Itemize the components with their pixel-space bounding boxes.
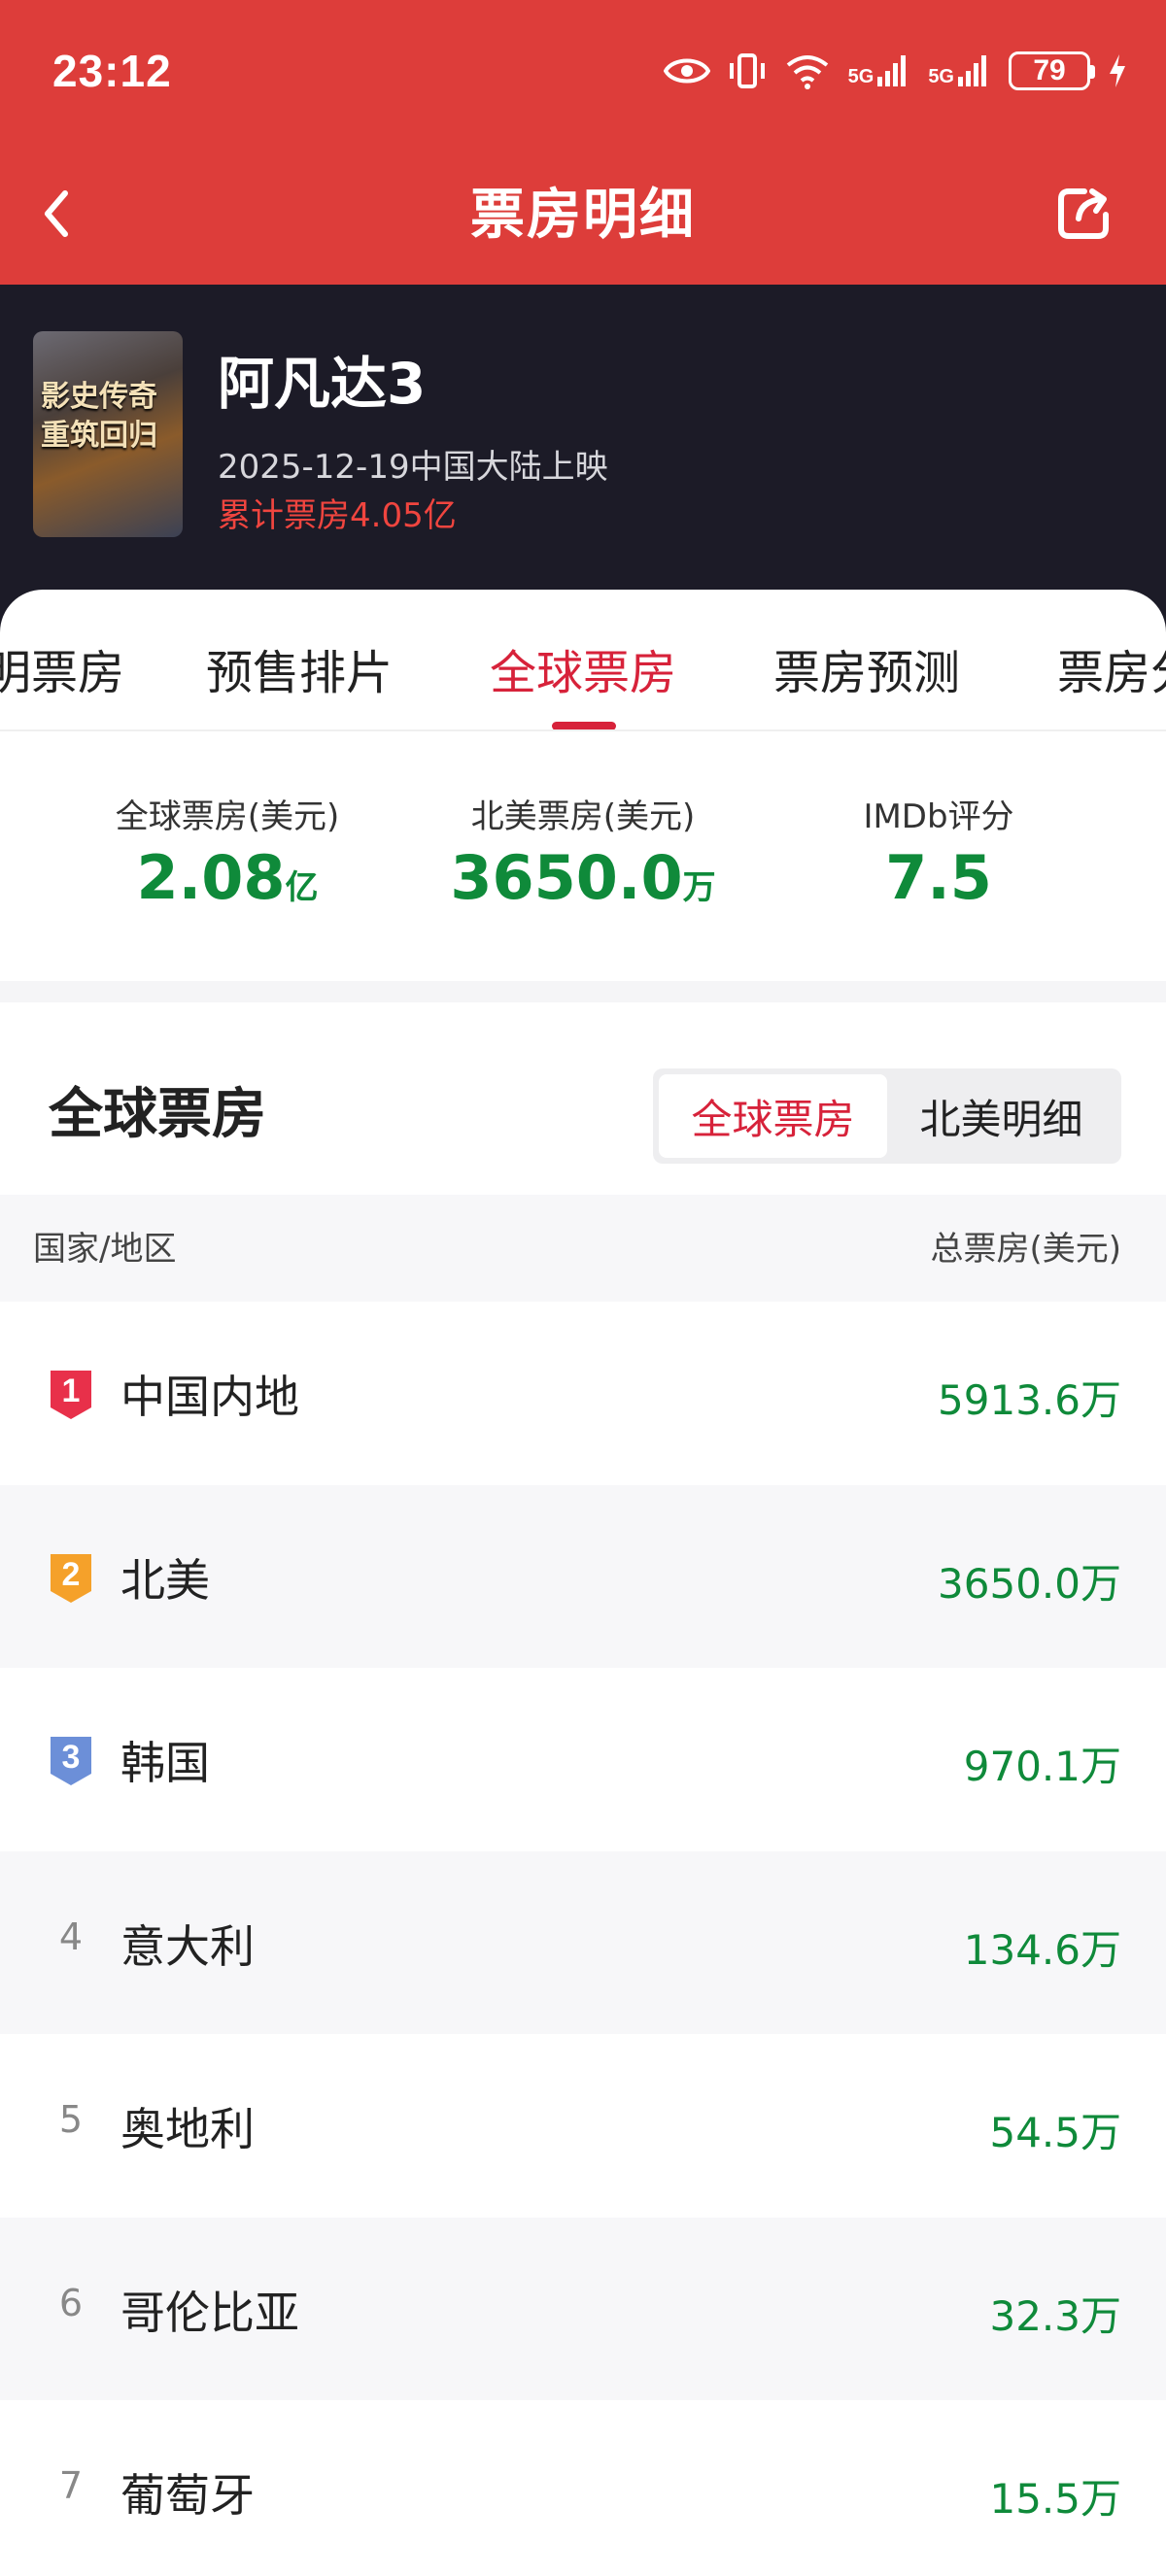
table-row[interactable]: 5 奥地利 54.5万 (0, 2034, 1166, 2218)
eye-icon (663, 55, 710, 86)
boxoffice-value: 970.1万 (963, 1743, 1121, 1790)
rank-number: 2 (61, 1555, 81, 1593)
stat-number: 7.5 (885, 842, 992, 913)
tab-boxoffice-analysis[interactable]: 票房分 (1057, 634, 1166, 702)
stat-number: 2.08 (136, 842, 286, 913)
vibrate-icon (728, 51, 767, 90)
status-icons: 5G 5G 79 (663, 47, 1127, 95)
poster-text: 影史传奇重筑回归 (41, 380, 157, 453)
network-type-label: 5G (928, 66, 954, 87)
boxoffice-value: 54.5万 (989, 2109, 1121, 2156)
table-row[interactable]: 4 意大利 134.6万 (0, 1850, 1166, 2034)
table-row[interactable]: 6 哥伦比亚 32.3万 (0, 2217, 1166, 2400)
status-bar: 23:12 5G 5G 79 (0, 0, 1166, 146)
table-row[interactable]: 7 葡萄牙 15.5万 (0, 2400, 1166, 2576)
segment-global-boxoffice[interactable]: 全球票房 (659, 1074, 887, 1158)
country-name: 中国内地 (120, 1371, 299, 1423)
stat-value: 3650.0万 (389, 842, 777, 913)
signal-icon: 5G (928, 53, 991, 88)
boxoffice-value: 134.6万 (963, 1925, 1121, 1974)
table-header: 国家/地区 总票房(美元) (0, 1195, 1166, 1302)
charging-icon (1108, 52, 1127, 89)
country-name: 韩国 (120, 1737, 210, 1789)
stat-value: 7.5 (744, 842, 1133, 913)
status-time: 23:12 (52, 46, 172, 96)
movie-poster[interactable]: 影史传奇重筑回归 (33, 331, 183, 537)
movie-release-date: 2025-12-19中国大陆上映 (218, 448, 608, 487)
stat-label: IMDb评分 (863, 797, 1014, 836)
boxoffice-value: 32.3万 (989, 2291, 1121, 2340)
table-row[interactable]: 3 韩国 970.1万 (0, 1668, 1166, 1851)
column-header-region: 国家/地区 (33, 1230, 177, 1269)
section-header: 全球票房 全球票房 北美明细 (0, 1002, 1166, 1195)
rank-number: 7 (58, 2464, 84, 2507)
column-header-total: 总票房(美元) (930, 1230, 1121, 1269)
tab-global-boxoffice[interactable]: 全球票房 (490, 634, 676, 702)
share-icon (1058, 188, 1109, 239)
stat-value: 2.08亿 (33, 842, 422, 913)
battery-icon: 79 (1009, 51, 1095, 90)
movie-cumulative-boxoffice: 累计票房4.05亿 (218, 496, 457, 535)
country-name: 哥伦比亚 (120, 2286, 299, 2339)
stat-label: 全球票房(美元) (115, 797, 340, 836)
rank-badge-icon: 2 (47, 1550, 95, 1605)
tab-active-indicator (552, 722, 616, 729)
stat-label: 北美票房(美元) (470, 797, 696, 836)
stat-unit: 亿 (285, 868, 319, 907)
app-header: 票房明细 (0, 146, 1166, 285)
tab-daily-boxoffice[interactable]: 明票房 (0, 634, 124, 702)
rank-number: 3 (61, 1739, 81, 1776)
boxoffice-value: 3650.0万 (938, 1559, 1121, 1608)
stats-summary: 全球票房(美元) 2.08亿 北美票房(美元) 3650.0万 IMDb评分 7… (0, 733, 1166, 972)
section-title: 全球票房 (49, 1083, 266, 1146)
country-name: 北美 (120, 1553, 210, 1607)
signal-icon: 5G (848, 53, 911, 88)
share-button[interactable] (1049, 175, 1117, 253)
tab-presale-schedule[interactable]: 预售排片 (206, 634, 393, 702)
wifi-icon (784, 51, 831, 90)
movie-info: 影史传奇重筑回归 阿凡达3 2025-12-19中国大陆上映 累计票房4.05亿 (0, 285, 1166, 634)
segment-north-america-detail[interactable]: 北美明细 (887, 1074, 1115, 1158)
section-divider (0, 981, 1166, 1002)
boxoffice-value: 15.5万 (989, 2475, 1121, 2523)
network-type-label: 5G (847, 66, 874, 87)
stat-number: 3650.0 (450, 842, 683, 913)
country-name: 意大利 (120, 1919, 255, 1973)
boxoffice-value: 5913.6万 (938, 1376, 1121, 1424)
boxoffice-table: 1 中国内地 5913.6万 2 北美 3650.0万 3 韩国 970.1万 … (0, 1302, 1166, 2576)
rank-badge-icon: 1 (47, 1367, 95, 1421)
rank-badge-icon: 3 (47, 1733, 95, 1787)
movie-title: 阿凡达3 (218, 351, 427, 417)
country-name: 奥地利 (120, 2103, 255, 2155)
stat-unit: 万 (682, 868, 716, 907)
rank-number: 1 (61, 1373, 81, 1409)
page-title: 票房明细 (470, 184, 696, 247)
table-row[interactable]: 2 北美 3650.0万 (0, 1484, 1166, 1668)
country-name: 葡萄牙 (120, 2469, 255, 2522)
rank-number: 5 (58, 2098, 84, 2141)
rank-number: 4 (58, 1915, 84, 1958)
tab-boxoffice-forecast[interactable]: 票房预测 (773, 634, 960, 702)
segment-control: 全球票房 北美明细 (653, 1068, 1121, 1164)
rank-number: 6 (58, 2281, 84, 2324)
tab-bar: 明票房 预售排片 全球票房 票房预测 票房分 (0, 590, 1166, 731)
table-row[interactable]: 1 中国内地 5913.6万 (0, 1302, 1166, 1485)
